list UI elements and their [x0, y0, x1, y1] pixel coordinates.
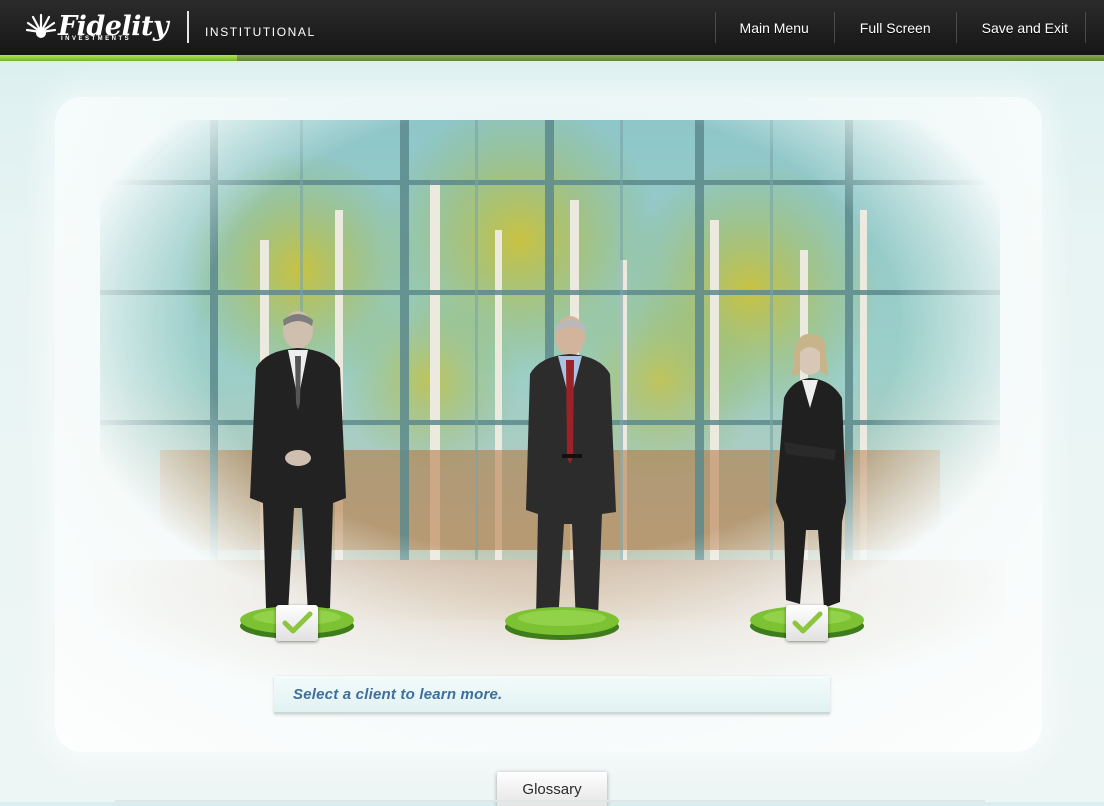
starburst-icon [25, 12, 57, 42]
brand-sub: INVESTMENTS [61, 36, 132, 42]
client-3-complete-check [786, 605, 828, 641]
fidelity-logo: Fidelity INVESTMENTS [25, 10, 169, 44]
full-screen-button[interactable]: Full Screen [833, 12, 956, 43]
top-nav: Main Menu Full Screen Save and Exit [714, 12, 1086, 43]
main-menu-button[interactable]: Main Menu [714, 12, 834, 43]
client-1-figure[interactable] [238, 308, 358, 623]
client-2-figure[interactable] [500, 312, 630, 632]
division-label: INSTITUTIONAL [205, 25, 316, 39]
progress-fill [0, 55, 237, 61]
top-bar: Fidelity INVESTMENTS INSTITUTIONAL Main … [0, 0, 1104, 55]
checkmark-icon [792, 611, 823, 634]
client-2-pedestal[interactable] [504, 603, 620, 641]
checkmark-icon [282, 611, 313, 634]
logo-divider [187, 11, 189, 43]
instruction-text: Select a client to learn more. [293, 686, 503, 703]
save-and-exit-button[interactable]: Save and Exit [955, 12, 1086, 43]
client-1-complete-check [276, 605, 318, 641]
client-3-figure[interactable] [762, 332, 862, 622]
instruction-banner: Select a client to learn more. [274, 676, 830, 714]
